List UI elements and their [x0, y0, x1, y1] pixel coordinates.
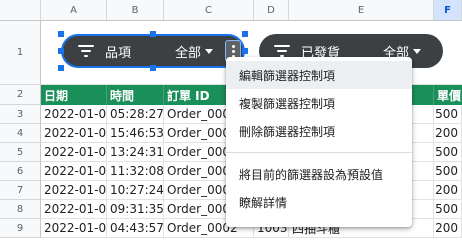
row-header-7[interactable]: 7 — [0, 181, 41, 200]
cell-date[interactable]: 2022-01-02 — [41, 200, 107, 219]
cell-date[interactable]: 2022-01-02 — [41, 181, 107, 200]
cell-price[interactable]: 1500 — [434, 143, 462, 162]
row-header-4[interactable]: 4 — [0, 124, 41, 143]
filter-chip-item[interactable]: 品項 全部 — [61, 34, 245, 68]
resize-handle[interactable] — [242, 31, 248, 37]
filter-icon — [77, 44, 95, 58]
row-header-9[interactable]: 9 — [0, 219, 41, 238]
row-header-5[interactable]: 5 — [0, 143, 41, 162]
resize-handle[interactable] — [58, 65, 64, 71]
cell-price[interactable]: 1200 — [434, 124, 462, 143]
menu-item-set-default[interactable]: 將目前的篩選器設為預設值 — [226, 160, 412, 188]
cell-date[interactable]: 2022-01-01 — [41, 105, 107, 124]
column-header-f[interactable]: F — [434, 0, 462, 21]
filter-icon — [273, 44, 291, 58]
column-header-row: A B C D E F — [0, 0, 462, 21]
header-cell-price[interactable]: 單價 — [434, 85, 462, 105]
cell-date[interactable]: 2022-01-02 — [41, 124, 107, 143]
cell-time[interactable]: 13:24:31 — [107, 143, 164, 162]
cell-date[interactable]: 2022-01-02 — [41, 162, 107, 181]
filter-context-menu: 編輯篩選器控制項 複製篩選器控制項 刪除篩選器控制項 將目前的篩選器設為預設值 … — [226, 57, 412, 227]
cell-price[interactable]: 1200 — [434, 181, 462, 200]
filter-chip-label: 品項 — [105, 45, 132, 61]
row-header-1[interactable]: 1 — [0, 21, 41, 85]
resize-handle[interactable] — [150, 31, 156, 37]
header-cell-date[interactable]: 日期 — [41, 85, 107, 105]
row-header-3[interactable]: 3 — [0, 105, 41, 124]
cell-time[interactable]: 05:28:27 — [107, 105, 164, 124]
cell-time[interactable]: 15:46:53 — [107, 124, 164, 143]
menu-divider — [226, 152, 412, 153]
filter-chip-value[interactable]: 全部 — [175, 42, 201, 61]
cell-time[interactable]: 04:43:57 — [107, 219, 164, 238]
chevron-down-icon[interactable] — [205, 48, 213, 54]
resize-handle[interactable] — [150, 65, 156, 71]
menu-item-learn-more[interactable]: 瞭解詳情 — [226, 188, 412, 216]
row-header-6[interactable]: 6 — [0, 162, 41, 181]
cell-price[interactable]: 1500 — [434, 162, 462, 181]
chevron-down-icon[interactable] — [413, 48, 421, 54]
cell-date[interactable]: 2022-01-02 — [41, 143, 107, 162]
cell-price[interactable]: 1200 — [434, 219, 462, 238]
cell-price[interactable]: 1500 — [434, 200, 462, 219]
resize-handle[interactable] — [242, 48, 248, 54]
resize-handle[interactable] — [58, 31, 64, 37]
column-header-b[interactable]: B — [107, 0, 164, 21]
cell-time[interactable]: 10:27:24 — [107, 181, 164, 200]
column-header-e[interactable]: E — [289, 0, 434, 21]
menu-item-copy-filter[interactable]: 複製篩選器控制項 — [226, 89, 412, 117]
cell-date[interactable]: 2022-01-02 — [41, 219, 107, 238]
select-all-corner[interactable] — [0, 0, 41, 21]
row-header-2[interactable]: 2 — [0, 85, 41, 105]
column-header-d[interactable]: D — [254, 0, 289, 21]
cell-time[interactable]: 09:31:35 — [107, 200, 164, 219]
row-header-8[interactable]: 8 — [0, 200, 41, 219]
column-header-c[interactable]: C — [164, 0, 254, 21]
cell-price[interactable]: 1500 — [434, 105, 462, 124]
column-header-a[interactable]: A — [41, 0, 107, 21]
menu-item-delete-filter[interactable]: 刪除篩選器控制項 — [226, 117, 412, 145]
cell-time[interactable]: 11:32:08 — [107, 162, 164, 181]
header-cell-time[interactable]: 時間 — [107, 85, 164, 105]
resize-handle[interactable] — [58, 48, 64, 54]
menu-item-edit-filter[interactable]: 編輯篩選器控制項 — [226, 61, 412, 89]
